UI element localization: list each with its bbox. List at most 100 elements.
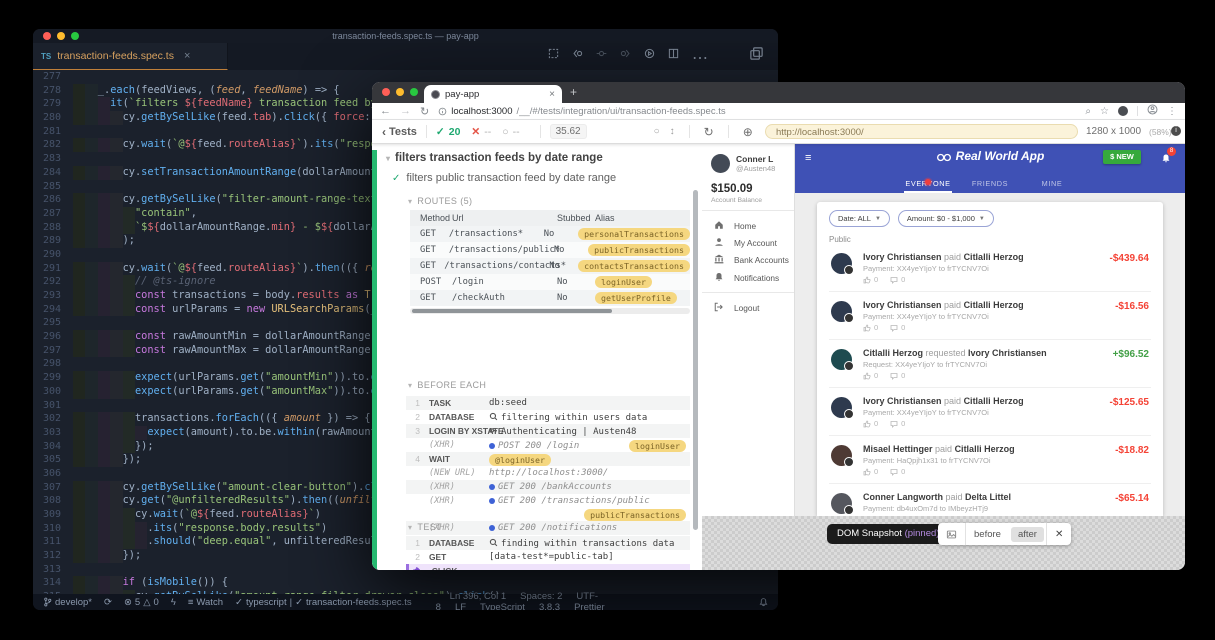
transaction-item[interactable]: Ivory Christiansen paid Citlalli HerzogP…	[829, 244, 1151, 292]
address-bar[interactable]: localhost:3000/__/#/tests/integration/ui…	[438, 106, 1076, 117]
more-actions-icon[interactable]: ⋯	[692, 48, 708, 68]
reload-icon[interactable]: ↻	[420, 105, 429, 118]
status-item[interactable]: Spaces: 2	[520, 591, 562, 602]
command-row[interactable]: (XHR)GET 200 /notifications	[406, 521, 690, 535]
back-to-tests-button[interactable]: ‹ Tests	[382, 125, 417, 139]
like-icon[interactable]	[863, 516, 871, 517]
horizontal-scrollbar[interactable]	[410, 308, 690, 314]
checks-item[interactable]: ✓typescript | ✓transaction-feeds.spec.ts	[235, 597, 412, 608]
step-over-icon[interactable]	[620, 48, 631, 68]
sidebar-item-home[interactable]: Home	[702, 218, 794, 234]
run-icon[interactable]	[644, 48, 655, 68]
status-item[interactable]: Prettier	[574, 602, 605, 610]
new-tab-button[interactable]: +	[570, 85, 577, 99]
minimize-window-button[interactable]	[396, 88, 404, 96]
forward-icon[interactable]: →	[400, 105, 411, 117]
before-each-header[interactable]: ▾BEFORE EACH	[408, 380, 486, 390]
sidebar-item-my-account[interactable]: My Account	[702, 235, 794, 251]
command-row[interactable]: (XHR)GET 200 /bankAccounts	[406, 480, 690, 494]
transaction-item[interactable]: Misael Hettinger paid Citlalli HerzogPay…	[829, 436, 1151, 484]
kebab-menu-icon[interactable]: ⋮	[1167, 106, 1177, 117]
comment-icon[interactable]	[890, 516, 898, 517]
cypress-reporter[interactable]: ▾filters transaction feeds by date range…	[372, 144, 702, 570]
auto-scroll-circle-icon[interactable]: ○	[654, 126, 660, 137]
comment-icon[interactable]	[890, 468, 898, 476]
profile-avatar-icon[interactable]	[1147, 104, 1158, 118]
comment-icon[interactable]	[890, 420, 898, 428]
reporter-scrollbar[interactable]	[693, 190, 698, 530]
close-window-button[interactable]	[382, 88, 390, 96]
new-transaction-button[interactable]: $ NEW	[1103, 150, 1141, 164]
zap-icon[interactable]: ϟ	[171, 597, 176, 608]
like-icon[interactable]	[863, 420, 871, 428]
command-row[interactable]: (XHR)GET 200 /transactions/publicpublicT…	[406, 494, 690, 521]
suite-title[interactable]: ▾filters transaction feeds by date range	[386, 152, 603, 164]
like-icon[interactable]	[863, 324, 871, 332]
notifications-bell-icon[interactable]	[759, 597, 768, 607]
command-row[interactable]: (NEW URL)http://localhost:3000/	[406, 466, 690, 480]
git-branch-item[interactable]: develop*	[43, 597, 92, 608]
bookmark-star-icon[interactable]: ☆	[1100, 106, 1109, 117]
filter-chip[interactable]: Amount: $0 - $1,000▼	[898, 210, 994, 227]
status-item[interactable]: 3.8.3	[539, 602, 560, 610]
sidebar-item-bank-accounts[interactable]: Bank Accounts	[702, 252, 794, 268]
sidebar-item-notifications[interactable]: Notifications	[702, 270, 794, 286]
sidebar-item-logout[interactable]: Logout	[702, 300, 794, 316]
filter-chip[interactable]: Date: ALL▼	[829, 210, 890, 227]
back-icon[interactable]: ←	[380, 105, 391, 117]
test-title[interactable]: ✓filters public transaction feed by date…	[392, 172, 616, 184]
command-row[interactable]: -CLICK	[406, 564, 690, 570]
editor-tab-transaction-feeds[interactable]: TS transaction-feeds.spec.ts ×	[33, 43, 228, 70]
zoom-icon[interactable]: ⌕	[1085, 106, 1091, 117]
close-snapshot-icon[interactable]: ✕	[1046, 523, 1071, 545]
like-icon[interactable]	[863, 372, 871, 380]
tab-everyone[interactable]: EVERYONE	[897, 170, 959, 193]
tab-friends[interactable]: FRIENDS	[959, 170, 1021, 193]
status-item[interactable]: TypeScript	[480, 602, 525, 610]
copy-icon[interactable]	[749, 46, 764, 66]
status-item[interactable]: Ln 396, Col 1	[450, 591, 507, 602]
app-url-field[interactable]: http://localhost:3000/	[765, 124, 1078, 139]
tab-close-icon[interactable]: ×	[549, 89, 555, 100]
snapshot-after-button[interactable]: after	[1011, 527, 1044, 542]
routes-section-header[interactable]: ▾ROUTES (5)	[408, 196, 472, 206]
command-row[interactable]: 1TASKdb:seed	[406, 396, 690, 410]
selection-icon[interactable]	[548, 48, 559, 68]
command-row[interactable]: 3LOGIN BY XSTATEAuthenticating | Austen4…	[406, 424, 690, 438]
command-row[interactable]: 4WAIT@loginUser	[406, 452, 690, 466]
tab-close-icon[interactable]: ×	[184, 50, 190, 62]
selector-playground-icon[interactable]: ⊕	[743, 125, 753, 139]
transaction-item[interactable]: Citlalli Herzog requested Ivory Christia…	[829, 340, 1151, 388]
toggle-highlights-icon[interactable]	[938, 523, 966, 545]
tab-mine[interactable]: MINE	[1021, 170, 1083, 193]
restart-tests-icon[interactable]: ↻	[704, 125, 714, 139]
vscode-titlebar[interactable]: transaction-feeds.spec.ts — pay-app	[33, 29, 778, 43]
viewport-info-icon[interactable]: i	[1171, 126, 1181, 136]
code-line[interactable]: 314if (isMobile()) {	[33, 576, 778, 590]
extension-icon[interactable]	[1118, 106, 1128, 116]
like-icon[interactable]	[863, 468, 871, 476]
split-editor-icon[interactable]	[668, 48, 679, 68]
transaction-item[interactable]: Ivory Christiansen paid Citlalli HerzogP…	[829, 292, 1151, 340]
command-row[interactable]: 2GET[data-test*=public-tab]	[406, 550, 690, 564]
sync-icon[interactable]: ⟳	[104, 597, 112, 608]
problems-item[interactable]: ⊗5 △0	[124, 597, 159, 608]
status-item[interactable]: LF	[455, 602, 466, 610]
step-back-icon[interactable]	[572, 48, 583, 68]
watch-item[interactable]: ≡Watch	[188, 597, 223, 608]
scroll-updown-icon[interactable]: ↕	[670, 126, 675, 137]
test-section-header[interactable]: ▾TEST	[408, 522, 442, 532]
command-row[interactable]: (XHR)POST 200 /loginloginUser	[406, 438, 690, 452]
browser-tab-pay-app[interactable]: pay-app ×	[424, 85, 562, 103]
comment-icon[interactable]	[890, 372, 898, 380]
transaction-item[interactable]: Conner Langworth paid Delta LittelPaymen…	[829, 484, 1151, 516]
comment-icon[interactable]	[890, 276, 898, 284]
notifications-bell-icon[interactable]: 8	[1161, 151, 1171, 169]
command-row[interactable]: 1DATABASEfinding within transactions dat…	[406, 536, 690, 550]
comment-icon[interactable]	[890, 324, 898, 332]
like-icon[interactable]	[863, 276, 871, 284]
maximize-window-button[interactable]	[410, 88, 418, 96]
continue-icon[interactable]	[596, 48, 607, 68]
command-row[interactable]: 2DATABASEfiltering within users data	[406, 410, 690, 424]
snapshot-before-button[interactable]: before	[966, 523, 1009, 545]
